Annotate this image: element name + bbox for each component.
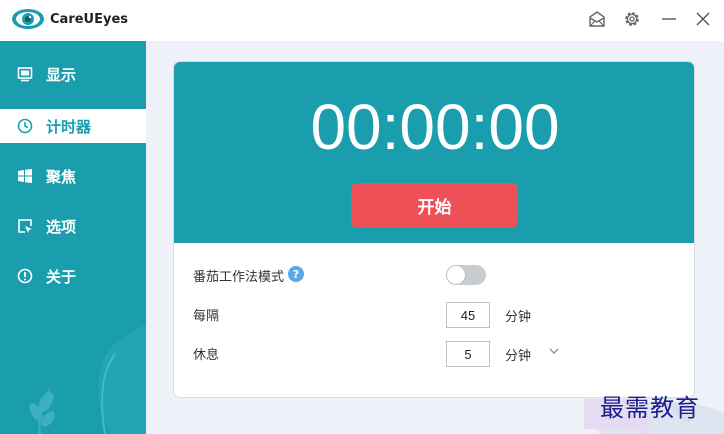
title-bar: CareUEyes — [0, 0, 724, 41]
toggle-knob — [447, 266, 465, 284]
eye-logo-icon — [12, 9, 44, 29]
sidebar-item-focus[interactable]: 聚焦 — [0, 159, 146, 193]
rest-input[interactable] — [446, 341, 490, 367]
plant-decoration — [29, 324, 146, 434]
sidebar-item-label: 计时器 — [46, 117, 92, 136]
pomodoro-toggle[interactable] — [446, 265, 486, 285]
help-icon[interactable]: ? — [288, 266, 304, 282]
interval-label: 每隔 — [193, 309, 220, 324]
sidebar-item-label: 选项 — [46, 217, 77, 236]
windows-icon — [16, 167, 34, 185]
app-title: CareUEyes — [50, 12, 129, 27]
timer-card: 00:00:00 开始 番茄工作法模式 ? 每隔 分钟 休息 分钟 — [173, 61, 695, 398]
cursor-window-icon — [16, 217, 34, 235]
interval-unit: 分钟 — [505, 310, 532, 325]
minimize-icon[interactable] — [655, 5, 683, 33]
sidebar-item-label: 关于 — [46, 267, 77, 286]
rest-unit: 分钟 — [505, 349, 532, 364]
sidebar-item-label: 显示 — [46, 65, 77, 84]
sidebar-item-label: 聚焦 — [46, 167, 77, 186]
main-panel: 00:00:00 开始 番茄工作法模式 ? 每隔 分钟 休息 分钟 — [146, 41, 724, 434]
start-button[interactable]: 开始 — [351, 183, 518, 228]
sidebar-item-timer[interactable]: 计时器 — [0, 109, 146, 143]
sidebar-item-about[interactable]: 关于 — [0, 259, 146, 293]
monitor-icon — [16, 65, 34, 83]
chevron-down-icon[interactable] — [548, 345, 560, 357]
mail-icon[interactable] — [583, 5, 611, 33]
sidebar: 显示 计时器 聚焦 选项 关于 — [0, 41, 146, 434]
pomodoro-label: 番茄工作法模式 — [193, 270, 285, 285]
timer-header: 00:00:00 开始 — [174, 62, 694, 243]
timer-display: 00:00:00 — [310, 91, 560, 163]
clock-icon — [16, 117, 34, 135]
sidebar-item-display[interactable]: 显示 — [0, 57, 146, 91]
gear-icon[interactable] — [618, 5, 646, 33]
sidebar-item-options[interactable]: 选项 — [0, 209, 146, 243]
watermark-text: 最需教育 — [600, 394, 700, 422]
close-icon[interactable] — [689, 5, 717, 33]
rest-label: 休息 — [193, 348, 220, 363]
interval-input[interactable] — [446, 302, 490, 328]
info-icon — [16, 267, 34, 285]
